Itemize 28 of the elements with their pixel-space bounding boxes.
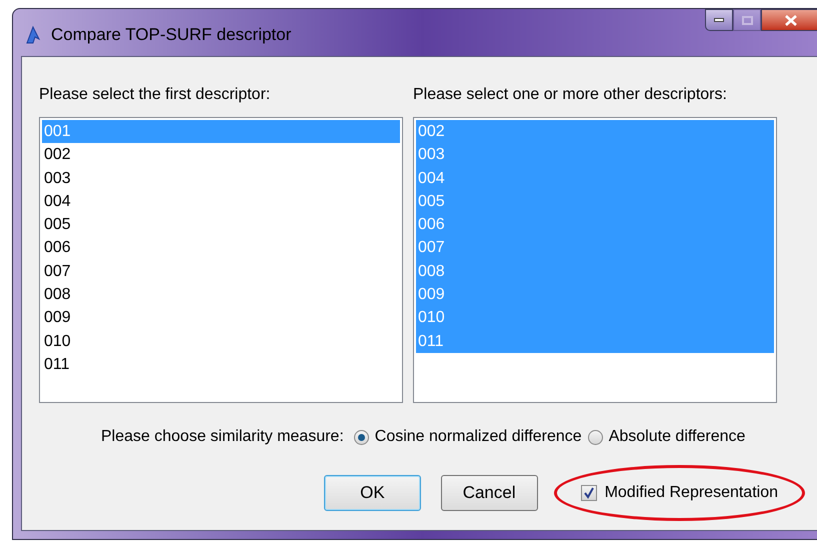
cancel-button[interactable]: Cancel	[440, 475, 538, 511]
list-item[interactable]: 010	[42, 330, 400, 353]
list-item[interactable]: 009	[42, 306, 400, 330]
checkbox[interactable]	[580, 485, 597, 501]
radio-button[interactable]	[354, 430, 369, 444]
minimize-button[interactable]	[705, 9, 733, 31]
list-item[interactable]: 005	[42, 213, 400, 236]
checkbox-label[interactable]: Modified Representation	[604, 481, 778, 505]
window-title: Compare TOP-SURF descriptor	[51, 24, 292, 46]
maximize-icon	[742, 16, 752, 24]
list-item[interactable]: 002	[42, 143, 400, 167]
radio-label[interactable]: Absolute difference	[608, 425, 746, 449]
list-item[interactable]: 003	[42, 166, 400, 190]
radio-button[interactable]	[588, 430, 603, 444]
ok-button[interactable]: OK	[324, 475, 421, 511]
minimize-icon	[714, 18, 724, 22]
close-button[interactable]	[761, 9, 817, 31]
list-item[interactable]: 006	[42, 236, 400, 260]
list-item[interactable]: 011	[42, 352, 400, 376]
list-label: Please select one or more other descriptors:	[413, 85, 728, 105]
list-item[interactable]: 004	[42, 190, 400, 214]
list-label: Please select the first descriptor:	[39, 85, 272, 105]
radio-label[interactable]: Cosine normalized difference	[374, 425, 582, 449]
similarity-label: Please choose similarity measure:	[101, 427, 344, 447]
list-item[interactable]: 008	[42, 283, 400, 306]
close-icon	[785, 14, 797, 26]
descriptor-list[interactable]: 001 002 003 004 005 006 007 008 009 010 011	[39, 117, 403, 403]
list-item[interactable]: 007	[42, 260, 400, 284]
